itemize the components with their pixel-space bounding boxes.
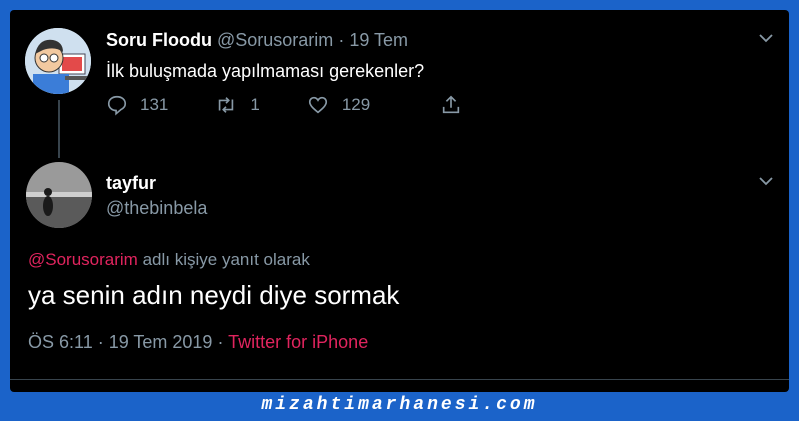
- tweet-meta: ÖS 6:11 · 19 Tem 2019 · Twitter for iPho…: [28, 332, 368, 353]
- reply-to-link[interactable]: @Sorusorarim: [28, 250, 138, 269]
- tweet-card: Soru Floodu @Sorusorarim · 19 Tem İlk bu…: [10, 10, 789, 392]
- chevron-down-icon[interactable]: [758, 173, 774, 194]
- separator-dot: ·: [338, 30, 345, 50]
- retweet-icon: [219, 97, 234, 113]
- share-icon: [443, 95, 460, 114]
- watermark: mizahtimarhanesi.com: [261, 395, 538, 415]
- share-button[interactable]: [440, 94, 474, 116]
- avatar-tayfur[interactable]: [26, 162, 92, 228]
- tweet-header: Soru Floodu @Sorusorarim · 19 Tem: [106, 30, 408, 51]
- tweet-timestamp[interactable]: ÖS 6:11 · 19 Tem 2019 ·: [28, 332, 223, 352]
- cartoon-avatar-icon: [25, 28, 91, 94]
- photo-avatar-icon: [26, 162, 92, 228]
- like-button[interactable]: 129: [306, 94, 370, 116]
- retweet-count: 1: [250, 95, 260, 114]
- reply-to-suffix: adlı kişiye yanıt olarak: [142, 250, 310, 269]
- tweet-text: İlk buluşmada yapılmaması gerekenler?: [106, 61, 425, 81]
- tweet-source-link[interactable]: Twitter for iPhone: [228, 332, 368, 352]
- display-name[interactable]: tayfur: [106, 173, 156, 194]
- thread-connector: [58, 100, 60, 158]
- reply-icon: [107, 95, 127, 116]
- tweet-actions: 131 1 129: [106, 94, 520, 116]
- user-handle[interactable]: @Sorusorarim: [217, 30, 333, 50]
- reply-context: @Sorusorarim adlı kişiye yanıt olarak: [28, 250, 310, 270]
- tweet-date[interactable]: 19 Tem: [349, 30, 408, 50]
- like-count: 129: [341, 95, 371, 114]
- display-name[interactable]: Soru Floodu: [106, 30, 212, 50]
- chevron-down-icon[interactable]: [758, 30, 774, 51]
- reply-text: ya senin adın neydi diye sormak: [28, 280, 400, 310]
- reply-button[interactable]: 131: [106, 94, 168, 116]
- retweet-button[interactable]: 1: [214, 94, 260, 116]
- user-handle[interactable]: @thebinbela: [106, 198, 207, 219]
- like-icon: [308, 96, 327, 114]
- avatar-soru-floodu[interactable]: [25, 28, 91, 94]
- reply-count: 131: [140, 95, 169, 114]
- divider: [10, 379, 789, 380]
